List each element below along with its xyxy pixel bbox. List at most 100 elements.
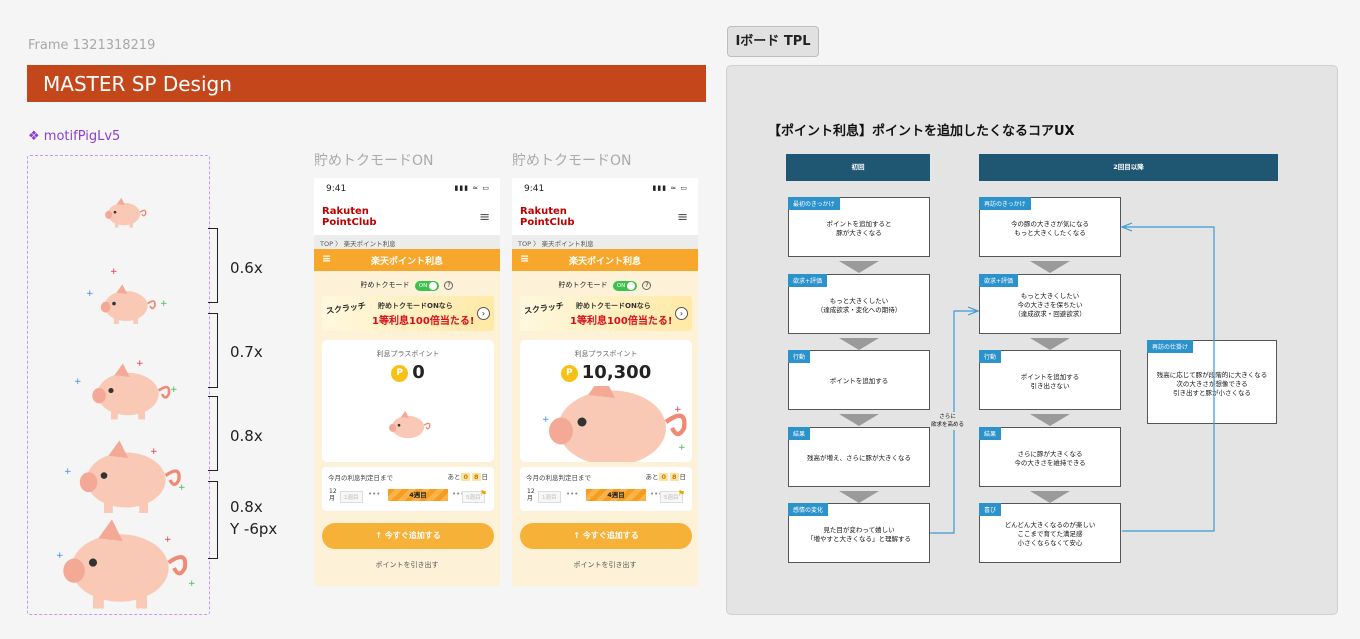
days-digit: 8	[471, 473, 481, 481]
svg-text:+: +	[86, 289, 94, 299]
status-time: 9:41	[524, 184, 545, 194]
logo-line2: PointClub	[520, 217, 575, 228]
svg-text:+: +	[674, 405, 682, 415]
svg-text:+: +	[110, 267, 118, 277]
section-header-bar: ≡ 楽天ポイント利息	[314, 249, 500, 271]
mode-toggle[interactable]: ON	[414, 281, 440, 291]
days-prefix: あと	[645, 473, 659, 481]
connector-line	[1122, 226, 1215, 532]
phone-body: 貯めトクモード ON ? スクラッチ 貯めトクモードONなら 1等利息100倍当…	[314, 271, 500, 586]
week-dots: •••	[566, 490, 579, 498]
add-now-button[interactable]: ↑ 今すぐ追加する	[322, 523, 494, 549]
scale-label: 0.6x	[230, 259, 263, 277]
card-label: 利息プラスポイント	[574, 350, 638, 358]
logo-line1: Rakuten	[322, 206, 369, 217]
promo-line1: 貯めトクモードONなら	[378, 302, 453, 310]
breadcrumb[interactable]: TOP 〉 楽天ポイント利息	[512, 235, 698, 249]
withdraw-link[interactable]: ポイントを引き出す	[314, 560, 500, 570]
pig-icon	[100, 284, 156, 324]
mode-label: 貯めトクモード	[360, 281, 410, 289]
week-chip: 1週目	[340, 491, 363, 503]
week-chip: 1週目	[538, 491, 561, 503]
promo-line1: 貯めトクモードONなら	[576, 302, 651, 310]
section-menu-icon[interactable]: ≡	[520, 252, 529, 265]
scale-bracket	[208, 396, 218, 471]
point-coin-icon: P	[560, 365, 578, 382]
scale-label: Y -6px	[230, 520, 278, 538]
pig-icon: + + +	[542, 386, 687, 462]
svg-text:+: +	[150, 447, 158, 457]
pig-icon	[389, 410, 431, 439]
points-card: 利息プラスポイント P 10,300 + + +	[520, 340, 692, 462]
section-title: 楽天ポイント利息	[568, 257, 641, 267]
svg-text:+: +	[170, 385, 178, 395]
scale-bracket	[208, 481, 218, 559]
pig-icon	[92, 363, 171, 420]
hamburger-menu-icon[interactable]: ≡	[479, 210, 490, 225]
promo-line2: 1等利息100倍当たる!	[570, 316, 673, 327]
connector-note: さらに 欲求を高める	[931, 412, 965, 430]
points-value: 10,300	[581, 362, 652, 383]
withdraw-link[interactable]: ポイントを引き出す	[512, 560, 698, 570]
points-value-row: P0	[322, 362, 494, 383]
month-label: 12 月	[527, 488, 535, 502]
section-menu-icon[interactable]: ≡	[322, 252, 331, 265]
promo-line2: 1等利息100倍当たる!	[372, 316, 475, 327]
days-digit: 0	[461, 473, 470, 481]
deadline-card: 今月の利息判定日まで あと 0 8 日 12 月 1週目 ••• 4週目 ••• 5週…	[520, 467, 692, 511]
breadcrumb[interactable]: TOP 〉 楽天ポイント利息	[314, 235, 500, 249]
scale-bracket	[208, 228, 218, 303]
mode-toggle[interactable]: ON	[612, 281, 638, 291]
svg-text:+: +	[64, 467, 72, 477]
scale-label: 0.8x	[230, 427, 263, 445]
phone-screen: 9:41 ▮▮▮ ≈ ▭ Rakuten PointClub ≡ TOP 〉 楽…	[512, 178, 698, 586]
svg-text:+: +	[542, 415, 550, 425]
current-week: 4週目	[388, 489, 448, 501]
deadline-label: 今月の利息判定日まで	[526, 474, 591, 482]
month-label: 12 月	[329, 488, 337, 502]
mode-label: 貯めトクモード	[558, 281, 608, 289]
days-digit: 0	[659, 473, 668, 481]
phone-title: 貯めトクモードON	[314, 153, 434, 169]
hamburger-menu-icon[interactable]: ≡	[677, 210, 688, 225]
point-coin-icon: P	[391, 365, 409, 382]
deadline-card: 今月の利息判定日まで あと 0 8 日 12 月 1週目 ••• 4週目 ••• 5週…	[322, 467, 494, 511]
motif-label[interactable]: ❖ motifPigLv5	[28, 129, 120, 144]
rakuten-logo[interactable]: Rakuten PointClub	[322, 206, 377, 228]
section-title: 楽天ポイント利息	[370, 257, 443, 267]
svg-text:+: +	[74, 377, 82, 387]
section-header-bar: ≡ 楽天ポイント利息	[512, 249, 698, 271]
help-icon[interactable]: ?	[642, 281, 652, 290]
status-icons: ▮▮▮ ≈ ▭	[652, 184, 688, 192]
help-icon[interactable]: ?	[444, 281, 454, 290]
chevron-right-icon[interactable]: ›	[477, 307, 490, 320]
days-remaining: あと 0 8 日	[645, 471, 686, 481]
svg-text:+: +	[56, 551, 64, 561]
scale-label: 0.8x	[230, 498, 263, 516]
points-card: 利息プラスポイント P0	[322, 340, 494, 462]
status-bar: 9:41 ▮▮▮ ≈ ▭	[314, 178, 500, 200]
days-prefix: あと	[447, 473, 461, 481]
board-tab[interactable]: Iボード TPL	[727, 26, 819, 57]
status-icons: ▮▮▮ ≈ ▭	[454, 184, 490, 192]
mode-toggle-row: 貯めトクモード ON ?	[314, 280, 500, 291]
status-time: 9:41	[326, 184, 347, 194]
svg-text:+: +	[188, 579, 196, 589]
days-digit: 8	[669, 473, 679, 481]
pig-icon	[63, 519, 188, 609]
add-now-button[interactable]: ↑ 今すぐ追加する	[520, 523, 692, 549]
scale-bracket	[208, 313, 218, 388]
days-suffix: 日	[481, 473, 489, 481]
goal-flag-icon: ⚑	[677, 489, 685, 498]
svg-text:+: +	[136, 359, 144, 369]
promo-banner[interactable]: スクラッチ 貯めトクモードONなら 1等利息100倍当たる! ›	[322, 296, 494, 331]
goal-flag-icon: ⚑	[479, 489, 487, 498]
phone-title: 貯めトクモードON	[512, 153, 632, 169]
svg-text:+: +	[678, 443, 686, 453]
card-label: 利息プラスポイント	[376, 350, 440, 358]
mode-toggle-row: 貯めトクモード ON ?	[512, 280, 698, 291]
promo-banner[interactable]: スクラッチ 貯めトクモードONなら 1等利息100倍当たる! ›	[520, 296, 692, 331]
rakuten-logo[interactable]: Rakuten PointClub	[520, 206, 575, 228]
chevron-right-icon[interactable]: ›	[675, 307, 688, 320]
status-bar: 9:41 ▮▮▮ ≈ ▭	[512, 178, 698, 200]
